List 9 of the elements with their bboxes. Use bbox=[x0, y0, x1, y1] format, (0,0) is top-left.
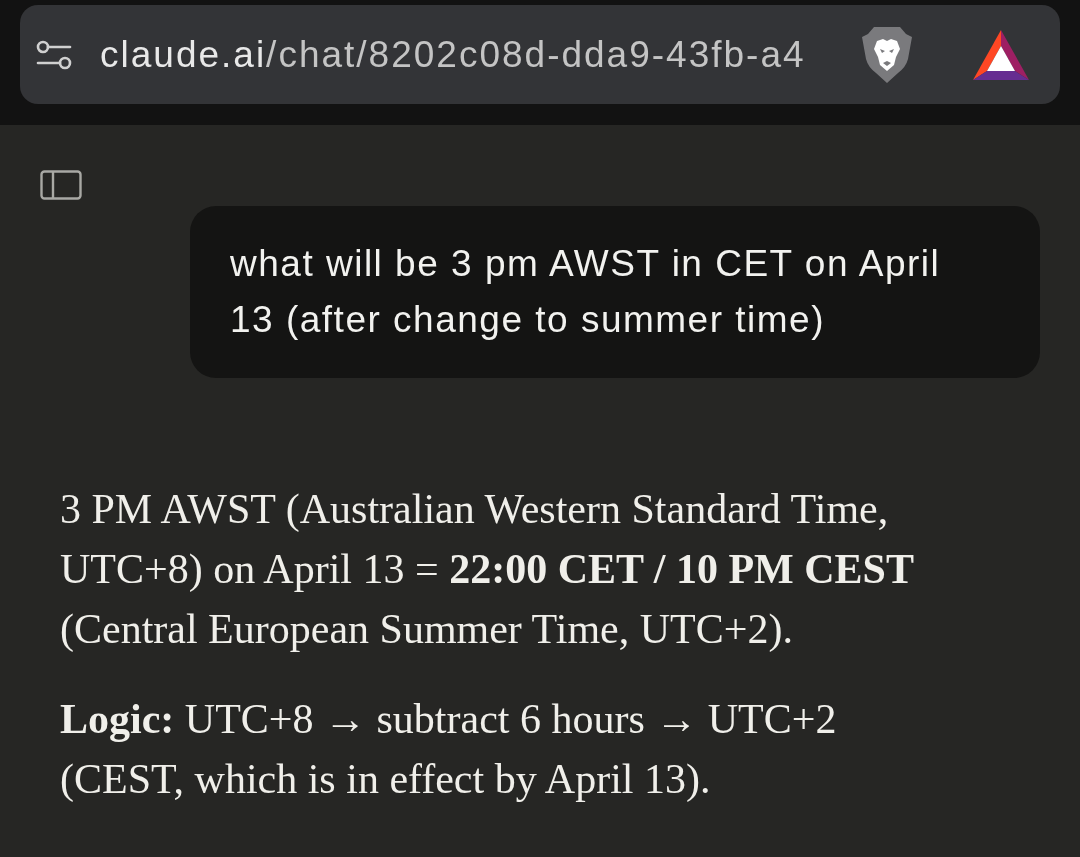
sidebar-toggle-icon[interactable] bbox=[40, 170, 82, 200]
user-message-text: what will be 3 pm AWST in CET on April 13 (after change to summer time) bbox=[230, 242, 942, 342]
response-paragraph: 3 PM AWST (Australian Western Standard Time, UTC+8) on April 13 = 22:00 CET / 10 PM CEST (Central European Summer Time, UTC+2). bbox=[60, 485, 915, 654]
lion-shield-icon[interactable] bbox=[860, 24, 914, 85]
settings-sliders-icon[interactable] bbox=[36, 38, 72, 71]
address-bar[interactable]: claude.ai/chat/8202c08d-dda9-43fb-a4 bbox=[20, 5, 1060, 104]
triangle-logo-icon[interactable] bbox=[972, 28, 1030, 81]
url-text[interactable]: claude.ai/chat/8202c08d-dda9-43fb-a4 bbox=[100, 33, 806, 75]
response-paragraph: Logic: UTC+8 → subtract 6 hours → UTC+2 (CEST, which is in effect by April 13). bbox=[60, 695, 838, 804]
